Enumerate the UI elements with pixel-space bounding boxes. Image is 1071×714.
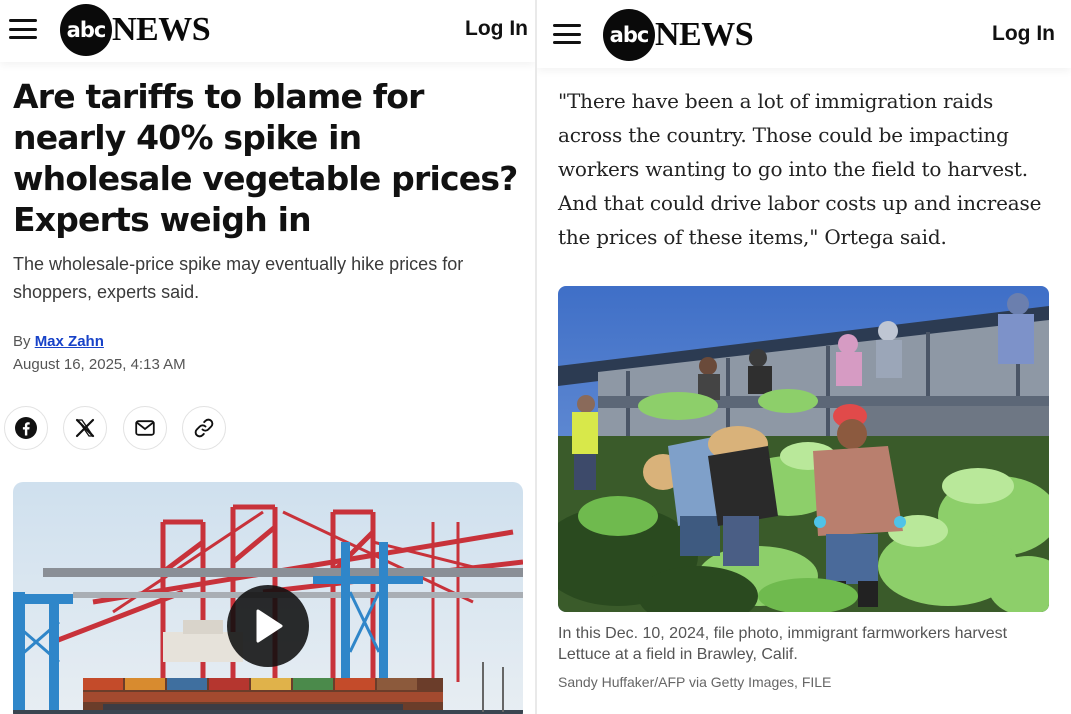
hamburger-menu-icon[interactable]	[553, 24, 581, 44]
left-screenshot-panel: abc NEWS Log In Are tariffs to blame for…	[0, 0, 535, 714]
lettuce-harvest-image	[558, 286, 1049, 612]
article-quote-paragraph: "There have been a lot of immigration ra…	[558, 89, 1042, 249]
hamburger-menu-icon[interactable]	[9, 19, 37, 39]
photo-credit: Sandy Huffaker/AFP via Getty Images, FIL…	[558, 674, 832, 690]
publish-date: August 16, 2025, 4:13 AM	[13, 356, 186, 373]
byline: By Max Zahn	[13, 333, 104, 350]
link-icon	[194, 418, 214, 438]
right-screenshot-panel: abc NEWS Log In "There have been a lot o…	[537, 0, 1071, 714]
byline-prefix: By	[13, 333, 31, 350]
login-button[interactable]: Log In	[465, 17, 528, 41]
video-player[interactable]	[13, 482, 523, 714]
copy-link-button[interactable]	[182, 406, 226, 450]
share-x-button[interactable]	[63, 406, 107, 450]
logo-word: NEWS	[655, 16, 754, 53]
author-link[interactable]: Max Zahn	[35, 333, 104, 350]
x-icon	[75, 418, 95, 438]
login-button[interactable]: Log In	[992, 22, 1055, 46]
abc-news-logo[interactable]: abc NEWS	[603, 9, 754, 61]
logo-word: NEWS	[112, 11, 211, 48]
share-facebook-button[interactable]	[4, 406, 48, 450]
site-header: abc NEWS Log In	[0, 0, 535, 62]
logo-mark: abc	[603, 9, 655, 61]
logo-mark: abc	[60, 4, 112, 56]
facebook-icon	[15, 417, 37, 439]
site-header: abc NEWS Log In	[537, 0, 1071, 68]
farmworkers-photo[interactable]	[558, 286, 1049, 612]
mail-icon	[135, 420, 155, 436]
photo-caption: In this Dec. 10, 2024, file photo, immig…	[558, 625, 1008, 663]
article-headline: Are tariffs to blame for nearly 40% spik…	[13, 77, 518, 239]
article-subhead: The wholesale-price spike may eventually…	[13, 254, 464, 302]
share-email-button[interactable]	[123, 406, 167, 450]
play-icon	[256, 609, 283, 643]
abc-news-logo[interactable]: abc NEWS	[60, 4, 211, 56]
play-button[interactable]	[227, 585, 309, 667]
